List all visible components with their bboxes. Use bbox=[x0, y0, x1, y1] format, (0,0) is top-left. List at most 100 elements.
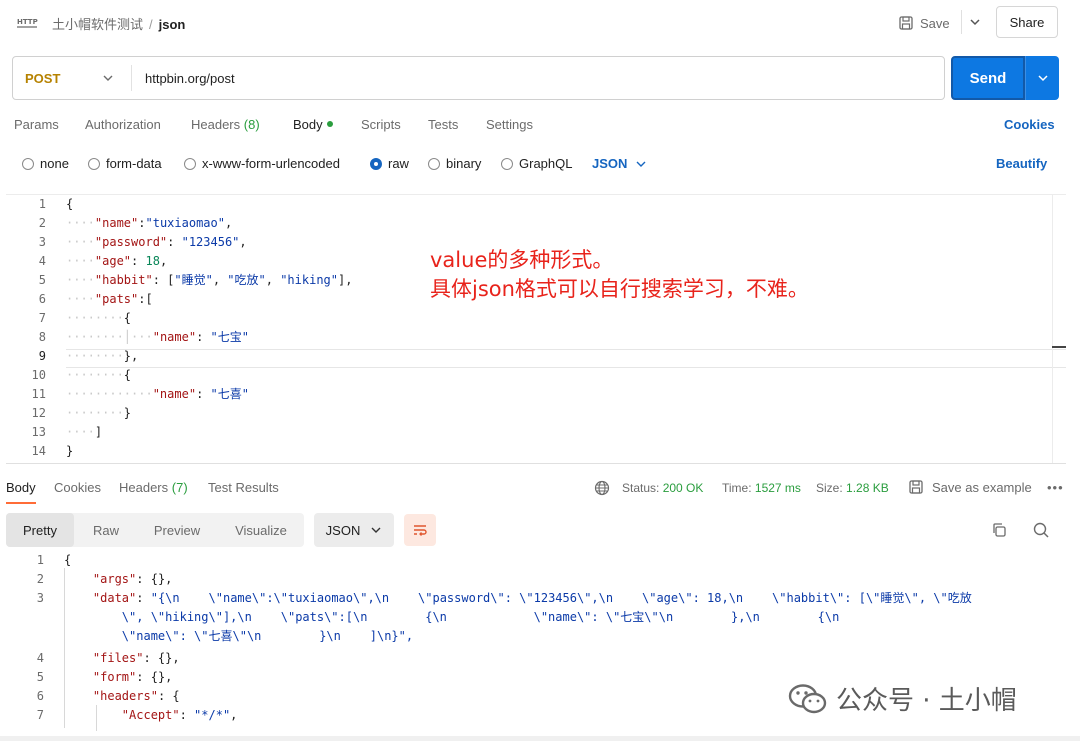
code-line: 2 ····"name":"tuxiaomao", bbox=[6, 214, 1046, 233]
view-mode-segment: Pretty Raw Preview Visualize bbox=[6, 513, 304, 547]
line-text: "files": {}, bbox=[92, 651, 180, 665]
breadcrumb-request[interactable]: json bbox=[159, 17, 186, 32]
radio-binary[interactable]: binary bbox=[428, 156, 481, 171]
search-icon[interactable] bbox=[1032, 521, 1050, 539]
response-format-select[interactable]: JSON bbox=[314, 513, 394, 547]
time-label: Time: bbox=[722, 481, 752, 495]
chevron-down-icon bbox=[1037, 75, 1048, 82]
view-visualize[interactable]: Visualize bbox=[218, 513, 304, 547]
request-body-editor[interactable]: 1{ 2 ····"name":"tuxiaomao", 3 ····"passwo… bbox=[6, 194, 1066, 464]
radio-raw-label: raw bbox=[388, 156, 409, 171]
radio-none[interactable]: none bbox=[22, 156, 69, 171]
response-format-label: JSON bbox=[325, 522, 361, 538]
wrap-lines-button[interactable] bbox=[404, 514, 436, 546]
radio-circle-selected bbox=[370, 157, 382, 170]
tab-headers[interactable]: Headers (8) bbox=[191, 117, 260, 132]
divider bbox=[961, 10, 962, 34]
line-number: 1 bbox=[38, 197, 46, 211]
line-number: 3 bbox=[36, 591, 44, 605]
radio-graphql-label: GraphQL bbox=[519, 156, 573, 171]
view-raw[interactable]: Raw bbox=[76, 513, 136, 547]
tab-headers-label: Headers bbox=[191, 117, 241, 132]
breadcrumb-separator: / bbox=[149, 17, 153, 32]
line-number: 3 bbox=[38, 235, 46, 249]
view-preview[interactable]: Preview bbox=[138, 513, 216, 547]
radio-urlencoded-label: x-www-form-urlencoded bbox=[202, 156, 340, 171]
line-text: } bbox=[66, 444, 74, 458]
annotation-text: value的多种形式。具体json格式可以自行搜索学习，不难。 bbox=[430, 246, 809, 304]
response-status[interactable]: Status: 200 OK bbox=[622, 481, 703, 495]
line-number: 8 bbox=[38, 330, 46, 344]
request-tabs: Params Authorization Headers (8) Body Sc… bbox=[0, 114, 1080, 138]
cookies-link[interactable]: Cookies bbox=[1004, 117, 1055, 132]
save-as-example-button[interactable]: Save as example bbox=[908, 479, 1032, 495]
line-number: 12 bbox=[31, 406, 46, 420]
method-select[interactable]: POST bbox=[25, 71, 60, 86]
tab-body[interactable]: Body bbox=[293, 117, 333, 132]
radio-binary-label: binary bbox=[446, 156, 482, 171]
tab-settings[interactable]: Settings bbox=[486, 117, 533, 132]
breadcrumb-workspace[interactable]: 土小帽软件测试 bbox=[52, 17, 143, 32]
beautify-button[interactable]: Beautify bbox=[996, 156, 1047, 171]
line-text: \"name\": \"七喜\"\n }\n ]\n}", bbox=[64, 629, 414, 643]
line-number: 13 bbox=[31, 425, 46, 439]
response-time[interactable]: Time: 1527 ms bbox=[722, 481, 801, 495]
body-type-selector: none form-data x-www-form-urlencoded raw… bbox=[0, 150, 1080, 176]
line-text: { bbox=[64, 553, 72, 567]
language-select[interactable]: JSON bbox=[592, 156, 647, 171]
annotation-line-1: value的多种形式。 bbox=[430, 248, 614, 272]
url-input[interactable]: httpbin.org/post bbox=[145, 71, 235, 86]
share-button[interactable]: Share bbox=[996, 6, 1058, 38]
tab-authorization[interactable]: Authorization bbox=[85, 117, 161, 132]
line-text: ········} bbox=[66, 406, 132, 420]
editor-scrollbar[interactable] bbox=[1052, 195, 1066, 463]
code-line: 1{ bbox=[6, 195, 1046, 214]
watermark: 公众号 · 土小帽 bbox=[788, 680, 1017, 717]
line-number: 7 bbox=[38, 311, 46, 325]
size-value: 1.28 KB bbox=[846, 481, 889, 495]
response-tab-cookies[interactable]: Cookies bbox=[54, 480, 101, 495]
more-options-button[interactable]: ••• bbox=[1047, 480, 1064, 495]
response-tab-headers[interactable]: Headers (7) bbox=[119, 480, 188, 495]
line-text: ········│···"name": "七宝" bbox=[66, 330, 249, 344]
annotation-line-2: 具体json格式可以自行搜索学习，不难。 bbox=[430, 277, 809, 301]
line-number: 14 bbox=[31, 444, 46, 458]
response-tab-test-results[interactable]: Test Results bbox=[208, 480, 279, 495]
top-bar: HTTP 土小帽软件测试 / json Save Share bbox=[0, 0, 1080, 46]
chevron-down-icon[interactable] bbox=[968, 13, 982, 31]
language-label: JSON bbox=[592, 156, 628, 171]
radio-urlencoded[interactable]: x-www-form-urlencoded bbox=[184, 156, 340, 171]
radio-raw[interactable]: raw bbox=[370, 156, 409, 171]
response-tab-body[interactable]: Body bbox=[6, 480, 36, 495]
code-line-current: 9 ········}, bbox=[6, 347, 1046, 366]
code-line: 8 ········│···"name": "七宝" bbox=[6, 328, 1046, 347]
chevron-down-icon bbox=[636, 161, 646, 167]
line-text: ····"name":"tuxiaomao", bbox=[66, 216, 233, 230]
copy-icon[interactable] bbox=[990, 521, 1008, 539]
svg-text:HTTP: HTTP bbox=[17, 18, 38, 26]
radio-graphql[interactable]: GraphQL bbox=[501, 156, 572, 171]
response-size[interactable]: Size: 1.28 KB bbox=[816, 481, 889, 495]
wrap-lines-icon bbox=[414, 525, 427, 536]
breadcrumb: 土小帽软件测试 / json bbox=[52, 14, 185, 33]
line-number: 10 bbox=[31, 368, 46, 382]
line-number: 4 bbox=[36, 651, 44, 665]
tab-params[interactable]: Params bbox=[14, 117, 59, 132]
radio-form-data[interactable]: form-data bbox=[88, 156, 162, 171]
save-button[interactable]: Save bbox=[898, 10, 950, 36]
line-text: ········{ bbox=[66, 311, 132, 325]
save-as-example-label: Save as example bbox=[932, 479, 1032, 495]
line-text: \", \"hiking\"],\n \"pats\":[\n {\n \"na… bbox=[64, 610, 840, 624]
radio-circle bbox=[22, 157, 34, 170]
send-button[interactable]: Send bbox=[951, 56, 1025, 100]
globe-icon[interactable] bbox=[594, 480, 610, 496]
view-pretty[interactable]: Pretty bbox=[6, 513, 74, 547]
tab-tests[interactable]: Tests bbox=[428, 117, 458, 132]
bottom-edge bbox=[0, 736, 1080, 741]
line-number: 5 bbox=[38, 273, 46, 287]
url-bar: POST httpbin.org/post bbox=[12, 56, 945, 100]
chevron-down-icon[interactable] bbox=[101, 71, 115, 85]
tab-scripts[interactable]: Scripts bbox=[361, 117, 401, 132]
radio-circle bbox=[428, 157, 440, 170]
send-options-button[interactable] bbox=[1025, 56, 1059, 100]
